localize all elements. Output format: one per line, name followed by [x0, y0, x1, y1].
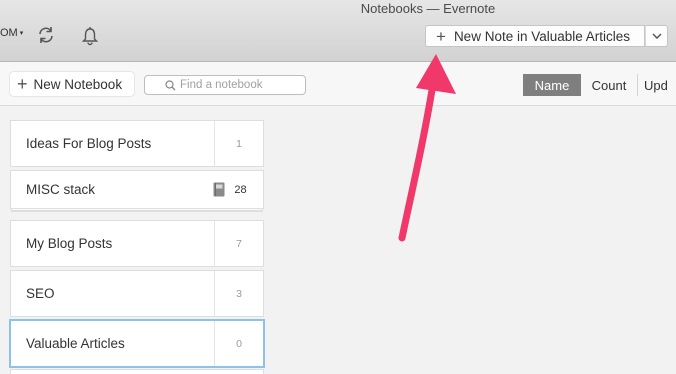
new-note-button[interactable]: + New Note in Valuable Articles [425, 25, 645, 47]
notebook-stack-icon [213, 182, 225, 197]
notebook-note-count: 7 [214, 221, 263, 266]
account-menu-button[interactable]: OM ▾ [0, 27, 23, 39]
notebook-name: MISC stack [26, 182, 96, 197]
sort-by-name-button[interactable]: Name [523, 74, 581, 96]
notebook-name: Ideas For Blog Posts [26, 136, 152, 151]
notebook-item[interactable]: My Blog Posts 7 [11, 221, 263, 266]
notebook-list: Ideas For Blog Posts 1 MISC stack 28 My … [11, 121, 263, 371]
notebook-stack-item[interactable]: MISC stack 28 [11, 171, 263, 208]
notebook-item[interactable]: Ideas For Blog Posts 1 [11, 121, 263, 166]
notebook-name: My Blog Posts [26, 236, 113, 251]
notebook-name: Valuable Articles [26, 336, 125, 351]
notebook-note-count: 3 [214, 271, 263, 316]
notebook-note-count: 28 [234, 183, 247, 196]
sort-segmented-control: Name Count Upd [523, 74, 676, 96]
window-title: Notebooks — Evernote [360, 1, 496, 16]
notebook-note-count: 1 [214, 121, 263, 166]
notebook-item[interactable]: SEO 3 [11, 271, 263, 316]
new-notebook-label: New Notebook [33, 76, 123, 92]
title-toolbar: Notebooks — Evernote OM ▾ + New Note in … [0, 0, 676, 62]
new-note-label: New Note in Valuable Articles [453, 28, 631, 44]
notebook-item-partial [11, 370, 263, 374]
sort-by-updated-button[interactable]: Upd [638, 74, 676, 96]
notebooks-action-bar: + New Notebook Find a notebook Name Coun… [0, 62, 676, 106]
notebook-note-count-wrap: 28 [203, 171, 263, 208]
notebook-search-input[interactable]: Find a notebook [144, 75, 306, 95]
plus-icon: + [436, 26, 446, 46]
chevron-down-icon: ▾ [19, 30, 24, 37]
notebook-note-count: 0 [214, 321, 263, 366]
sort-by-count-button[interactable]: Count [581, 74, 638, 96]
search-icon [165, 80, 176, 91]
notebook-name: SEO [26, 286, 55, 301]
account-label: OM [0, 27, 18, 39]
sync-icon[interactable] [36, 25, 56, 45]
annotation-arrow-icon [398, 54, 456, 242]
plus-icon: + [17, 74, 28, 94]
new-notebook-button[interactable]: + New Notebook [10, 72, 134, 96]
notebook-item-selected[interactable]: Valuable Articles 0 [11, 321, 263, 366]
new-note-dropdown-button[interactable] [646, 25, 668, 47]
notification-bell-icon[interactable] [81, 26, 99, 46]
chevron-down-icon [651, 33, 662, 39]
search-placeholder: Find a notebook [180, 79, 263, 91]
